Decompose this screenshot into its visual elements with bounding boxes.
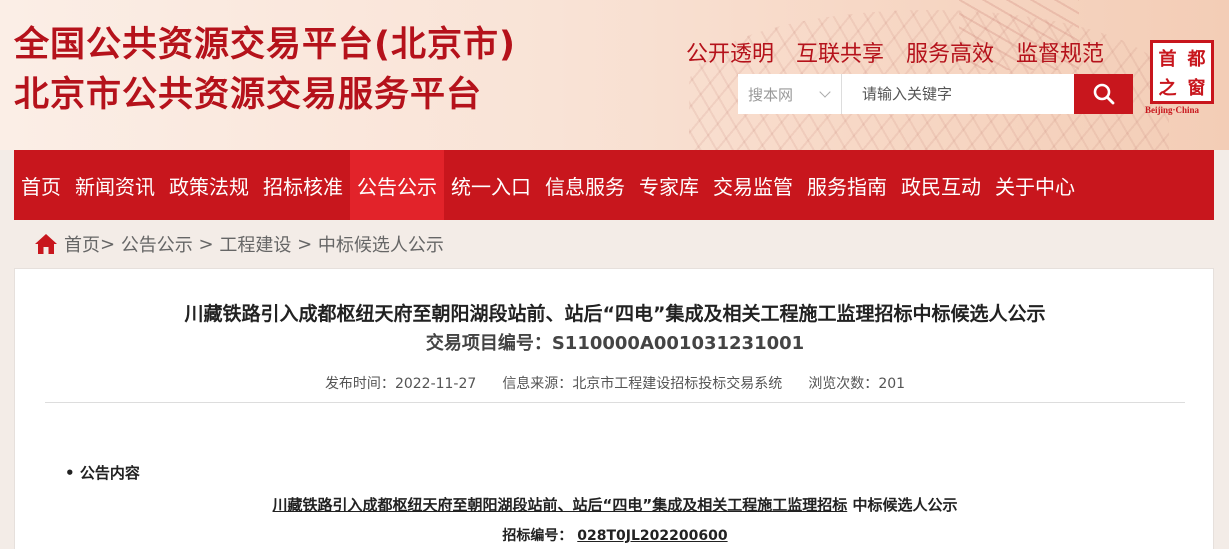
nav-item-policy[interactable]: 政策法规 [162,150,256,220]
nav-item-guide[interactable]: 服务指南 [800,150,894,220]
slogan: 监督规范 [1016,42,1105,67]
logo-char: 都 [1187,48,1206,70]
nav-item-announcements[interactable]: 公告公示 [350,150,444,220]
site-title-national: 全国公共资源交易平台(北京市) [14,25,516,65]
nav-item-news[interactable]: 新闻资讯 [68,150,162,220]
search-icon [1093,83,1114,105]
nav-item-unified-entry[interactable]: 统一入口 [444,150,538,220]
search-input[interactable] [842,74,1074,114]
nav-item-supervision[interactable]: 交易监管 [706,150,800,220]
divider [45,402,1185,403]
nav-item-info-service[interactable]: 信息服务 [538,150,632,220]
logo-char: 之 [1158,77,1177,99]
view-count: 浏览次数：201 [808,376,906,392]
breadcrumb-current: 中标候选人公示 [317,235,444,256]
capital-window-logo[interactable]: 首 都 之 窗 [1150,40,1214,104]
breadcrumb-home[interactable]: 首页 [64,231,100,257]
section-label: • 公告内容 [65,464,140,482]
project-number-label: 交易项目编号： [425,333,552,354]
publish-time: 发布时间：2022-11-27 [324,376,477,392]
doc-title-suffix: 中标候选人公示 [852,496,958,514]
slogan: 服务高效 [906,42,995,67]
search-button[interactable] [1074,74,1133,114]
nav-item-approval[interactable]: 招标核准 [256,150,350,220]
site-header: 全国公共资源交易平台(北京市) 北京市公共资源交易服务平台 公开透明 互联共享 … [0,0,1229,150]
site-title-beijing: 北京市公共资源交易服务平台 [14,75,483,115]
article-panel: 川藏铁路引入成都枢纽天府至朝阳湖段站前、站后“四电”集成及相关工程施工监理招标中… [14,268,1214,549]
search-scope-select[interactable]: 搜本网 [738,74,842,114]
project-number-value: S110000A001031231001 [551,333,805,354]
breadcrumb-announcements[interactable]: 公告公示 [121,231,193,257]
search-scope-value: 搜本网 [748,85,794,104]
slogan: 互联共享 [796,42,885,67]
logo-caption: Beijing·China [1145,105,1200,115]
main-nav: 首页 新闻资讯 政策法规 招标核准 公告公示 统一入口 信息服务 专家库 交易监… [14,150,1214,220]
bid-number-label: 招标编号： [502,528,573,544]
chevron-down-icon [819,86,831,98]
search-bar: 搜本网 [738,74,1133,114]
slogans: 公开透明 互联共享 服务高效 监督规范 [686,36,1104,68]
info-source: 信息来源：北京市工程建设招标投标交易系统 [502,376,783,392]
nav-item-experts[interactable]: 专家库 [632,150,706,220]
doc-title-main: 川藏铁路引入成都枢纽天府至朝阳湖段站前、站后“四电”集成及相关工程施工监理招标 [272,496,848,514]
slogan: 公开透明 [686,42,775,67]
breadcrumb: 首页 > 公告公示 > 工程建设 > 中标候选人公示 [14,220,1214,268]
project-number: 交易项目编号：S110000A001031231001 [15,329,1215,355]
nav-item-interaction[interactable]: 政民互动 [894,150,988,220]
logo-char: 首 [1158,48,1177,70]
logo-char: 窗 [1187,77,1206,99]
article-meta: 发布时间：2022-11-27 信息来源：北京市工程建设招标投标交易系统 浏览次… [15,373,1215,393]
bid-number: 招标编号： 028T0JL202200600 [15,525,1215,545]
doc-title: 川藏铁路引入成都枢纽天府至朝阳湖段站前、站后“四电”集成及相关工程施工监理招标 … [15,494,1215,515]
home-icon [35,234,57,254]
article-title: 川藏铁路引入成都枢纽天府至朝阳湖段站前、站后“四电”集成及相关工程施工监理招标中… [184,303,1046,325]
bid-number-value: 028T0JL202200600 [577,528,728,544]
breadcrumb-engineering[interactable]: 工程建设 [219,231,291,257]
nav-item-home[interactable]: 首页 [14,150,68,220]
nav-item-about[interactable]: 关于中心 [988,150,1082,220]
